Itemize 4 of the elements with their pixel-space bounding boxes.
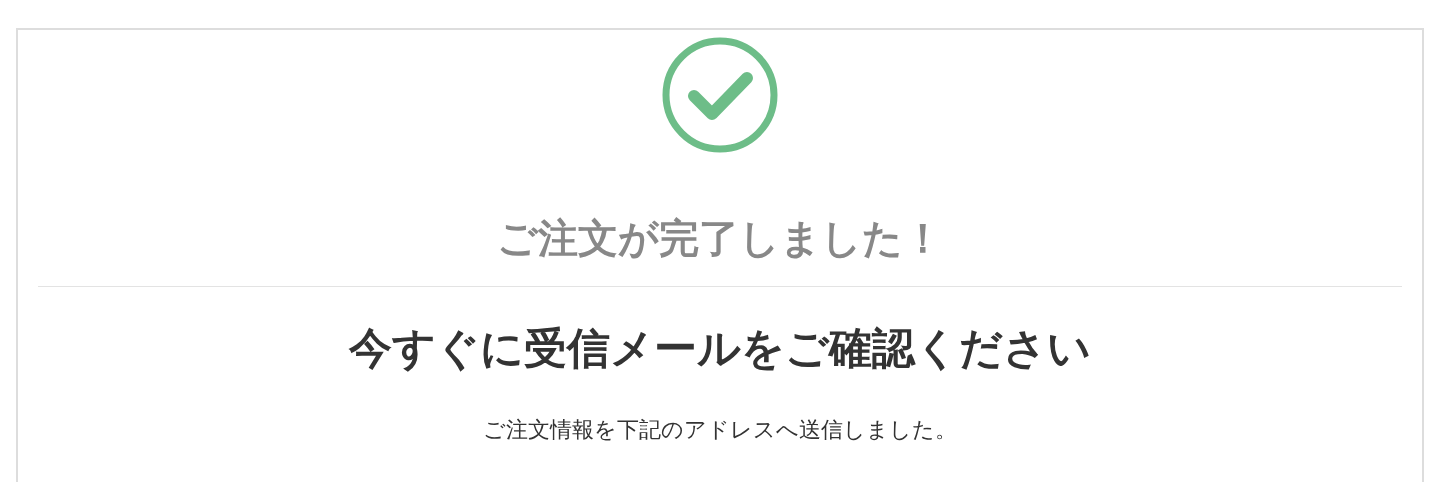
section-heading: 今すぐに受信メールをご確認ください <box>348 323 1092 374</box>
message-text: ご注文情報を下記のアドレスへ送信しました。 <box>482 415 958 444</box>
check-circle-icon <box>661 36 779 154</box>
page-title: ご注文が完了しました！ <box>496 215 944 262</box>
